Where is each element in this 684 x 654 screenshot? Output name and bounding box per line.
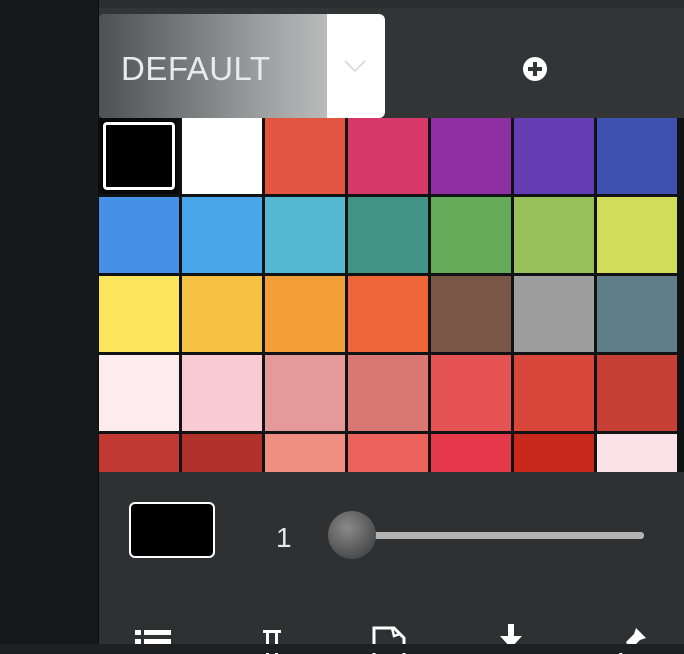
- color-swatch[interactable]: [348, 118, 428, 194]
- color-swatch[interactable]: [265, 276, 345, 352]
- color-swatch[interactable]: [597, 434, 677, 472]
- color-swatch[interactable]: [514, 197, 594, 273]
- color-swatch[interactable]: [348, 434, 428, 472]
- bottom-edge: [0, 644, 684, 653]
- color-swatch[interactable]: [99, 355, 179, 431]
- color-panel: DEFAULT 1: [99, 0, 684, 654]
- current-color-swatch[interactable]: [129, 502, 215, 558]
- color-swatch[interactable]: [514, 276, 594, 352]
- color-swatch[interactable]: [182, 355, 262, 431]
- color-swatch[interactable]: [431, 197, 511, 273]
- color-swatch[interactable]: [265, 118, 345, 194]
- stroke-width-value: 1: [276, 522, 292, 553]
- color-swatch[interactable]: [514, 355, 594, 431]
- stroke-width-slider[interactable]: [352, 532, 644, 539]
- color-swatch[interactable]: [348, 276, 428, 352]
- color-swatch[interactable]: [99, 118, 179, 194]
- color-swatch[interactable]: [431, 434, 511, 472]
- color-swatch[interactable]: [182, 118, 262, 194]
- color-swatch[interactable]: [431, 355, 511, 431]
- color-swatch[interactable]: [597, 197, 677, 273]
- color-swatch[interactable]: [265, 197, 345, 273]
- left-rail: [0, 0, 99, 653]
- color-swatch[interactable]: [597, 276, 677, 352]
- color-swatch[interactable]: [182, 434, 262, 472]
- color-swatch[interactable]: [348, 355, 428, 431]
- color-swatch[interactable]: [514, 434, 594, 472]
- color-swatch[interactable]: [99, 434, 179, 472]
- plus-circle-icon[interactable]: [522, 56, 548, 82]
- chevron-down-icon: [344, 60, 366, 73]
- palette-select-value: DEFAULT: [121, 50, 271, 87]
- color-swatch[interactable]: [431, 118, 511, 194]
- color-swatch[interactable]: [597, 355, 677, 431]
- color-swatch[interactable]: [265, 434, 345, 472]
- color-swatch[interactable]: [431, 276, 511, 352]
- color-swatch[interactable]: [265, 355, 345, 431]
- color-swatch[interactable]: [348, 197, 428, 273]
- palette-select[interactable]: DEFAULT: [99, 14, 385, 118]
- stroke-width-slider-thumb[interactable]: [328, 511, 376, 559]
- color-swatch-grid: [99, 118, 684, 472]
- color-swatch[interactable]: [182, 197, 262, 273]
- color-swatch[interactable]: [514, 118, 594, 194]
- color-swatch[interactable]: [99, 197, 179, 273]
- stroke-settings-bar: 1: [99, 472, 684, 654]
- color-swatch[interactable]: [182, 276, 262, 352]
- color-swatch[interactable]: [597, 118, 677, 194]
- color-swatch[interactable]: [99, 276, 179, 352]
